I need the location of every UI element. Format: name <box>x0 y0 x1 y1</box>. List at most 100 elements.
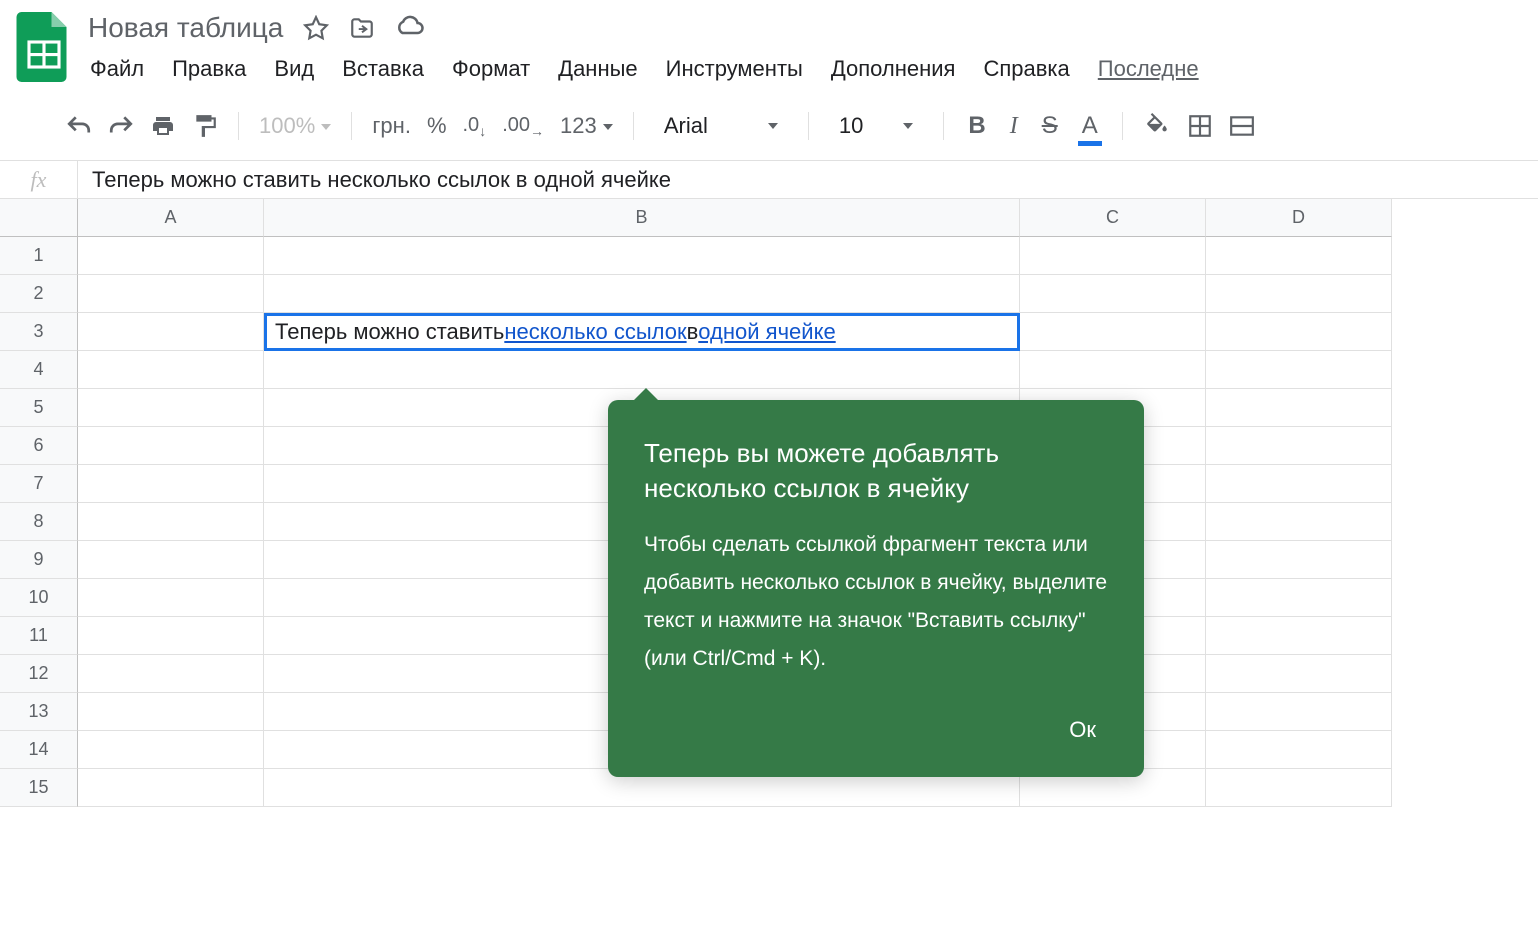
cell[interactable] <box>264 237 1020 275</box>
column-header[interactable]: A <box>78 199 264 237</box>
cell[interactable] <box>1206 541 1392 579</box>
print-button[interactable] <box>144 108 182 144</box>
row-header[interactable]: 1 <box>0 237 78 275</box>
bold-button[interactable]: B <box>958 106 995 146</box>
row-header[interactable]: 13 <box>0 693 78 731</box>
cell[interactable] <box>78 275 264 313</box>
fx-label: fx <box>0 161 78 198</box>
cell[interactable] <box>78 731 264 769</box>
row-header[interactable]: 5 <box>0 389 78 427</box>
cell[interactable] <box>1206 389 1392 427</box>
row-header[interactable]: 12 <box>0 655 78 693</box>
strikethrough-button[interactable]: S <box>1032 106 1068 146</box>
cell[interactable] <box>1206 351 1392 389</box>
decrease-decimal-button[interactable]: .0↓ <box>457 108 493 145</box>
cell[interactable] <box>78 503 264 541</box>
cell-text: Теперь можно ставить <box>275 319 504 345</box>
menu-tools[interactable]: Инструменты <box>664 52 805 86</box>
cell[interactable] <box>1206 275 1392 313</box>
cell[interactable] <box>78 465 264 503</box>
cell-link[interactable]: несколько ссылок <box>504 319 686 345</box>
cell[interactable] <box>78 427 264 465</box>
formula-input[interactable]: Теперь можно ставить несколько ссылок в … <box>78 167 1538 193</box>
row-header[interactable]: 2 <box>0 275 78 313</box>
cell[interactable] <box>1020 313 1206 351</box>
font-size-select[interactable]: 10 <box>823 113 929 139</box>
cell[interactable] <box>78 769 264 807</box>
menu-insert[interactable]: Вставка <box>340 52 426 86</box>
move-icon[interactable] <box>349 15 375 41</box>
menu-last-edit[interactable]: Последне <box>1096 52 1201 86</box>
cell[interactable] <box>1206 313 1392 351</box>
percent-button[interactable]: % <box>421 113 453 139</box>
number-format-select[interactable]: 123 <box>554 113 619 139</box>
zoom-select[interactable]: 100% <box>253 113 337 139</box>
row-header[interactable]: 15 <box>0 769 78 807</box>
cell[interactable] <box>78 313 264 351</box>
redo-button[interactable] <box>102 109 140 143</box>
menu-view[interactable]: Вид <box>272 52 316 86</box>
paint-format-button[interactable] <box>186 107 224 145</box>
star-icon[interactable] <box>303 15 329 41</box>
tooltip-ok-button[interactable]: Ок <box>1057 709 1108 751</box>
selected-cell-b3[interactable]: Теперь можно ставить несколько ссылок в … <box>264 313 1020 351</box>
cell[interactable] <box>78 617 264 655</box>
fill-color-button[interactable] <box>1137 107 1177 145</box>
text-color-button[interactable]: A <box>1072 106 1108 146</box>
cell[interactable] <box>1206 503 1392 541</box>
row-header[interactable]: 10 <box>0 579 78 617</box>
cell[interactable] <box>1020 237 1206 275</box>
cell[interactable] <box>1206 427 1392 465</box>
undo-button[interactable] <box>60 109 98 143</box>
feature-tooltip: Теперь вы можете добавлять несколько ссы… <box>608 400 1144 777</box>
cell[interactable] <box>78 351 264 389</box>
row-header[interactable]: 4 <box>0 351 78 389</box>
cell-link[interactable]: одной ячейке <box>698 319 835 345</box>
cell[interactable] <box>78 693 264 731</box>
select-all-corner[interactable] <box>0 199 78 237</box>
cell[interactable] <box>1206 693 1392 731</box>
cell[interactable] <box>264 351 1020 389</box>
row-header[interactable]: 6 <box>0 427 78 465</box>
menu-help[interactable]: Справка <box>981 52 1071 86</box>
cell[interactable] <box>1206 617 1392 655</box>
cell[interactable] <box>78 389 264 427</box>
cell[interactable] <box>1206 769 1392 807</box>
column-header[interactable]: D <box>1206 199 1392 237</box>
column-header[interactable]: B <box>264 199 1020 237</box>
menu-file[interactable]: Файл <box>88 52 146 86</box>
menu-addons[interactable]: Дополнения <box>829 52 958 86</box>
tooltip-body: Чтобы сделать ссылкой фрагмент текста ил… <box>644 526 1108 677</box>
row-header[interactable]: 9 <box>0 541 78 579</box>
document-title[interactable]: Новая таблица <box>88 12 283 44</box>
row-header[interactable]: 11 <box>0 617 78 655</box>
cell[interactable] <box>1206 465 1392 503</box>
font-select[interactable]: Arial <box>648 113 794 139</box>
cell[interactable] <box>1020 351 1206 389</box>
row-header[interactable]: 14 <box>0 731 78 769</box>
cell[interactable] <box>1020 275 1206 313</box>
merge-cells-button[interactable] <box>1223 107 1261 145</box>
menu-data[interactable]: Данные <box>556 52 639 86</box>
italic-button[interactable]: I <box>1000 107 1028 146</box>
sheets-logo-icon[interactable] <box>16 12 72 82</box>
increase-decimal-button[interactable]: .00→ <box>496 108 550 145</box>
cloud-status-icon[interactable] <box>395 15 425 41</box>
cell[interactable] <box>78 655 264 693</box>
column-header[interactable]: C <box>1020 199 1206 237</box>
cell[interactable] <box>78 237 264 275</box>
cell[interactable] <box>264 275 1020 313</box>
row-header[interactable]: 3 <box>0 313 78 351</box>
cell[interactable] <box>1206 731 1392 769</box>
row-header[interactable]: 8 <box>0 503 78 541</box>
menu-edit[interactable]: Правка <box>170 52 248 86</box>
row-header[interactable]: 7 <box>0 465 78 503</box>
cell[interactable] <box>78 579 264 617</box>
menu-format[interactable]: Формат <box>450 52 532 86</box>
currency-button[interactable]: грн. <box>366 113 417 139</box>
cell[interactable] <box>1206 579 1392 617</box>
borders-button[interactable] <box>1181 107 1219 145</box>
cell[interactable] <box>1206 237 1392 275</box>
cell[interactable] <box>78 541 264 579</box>
cell[interactable] <box>1206 655 1392 693</box>
